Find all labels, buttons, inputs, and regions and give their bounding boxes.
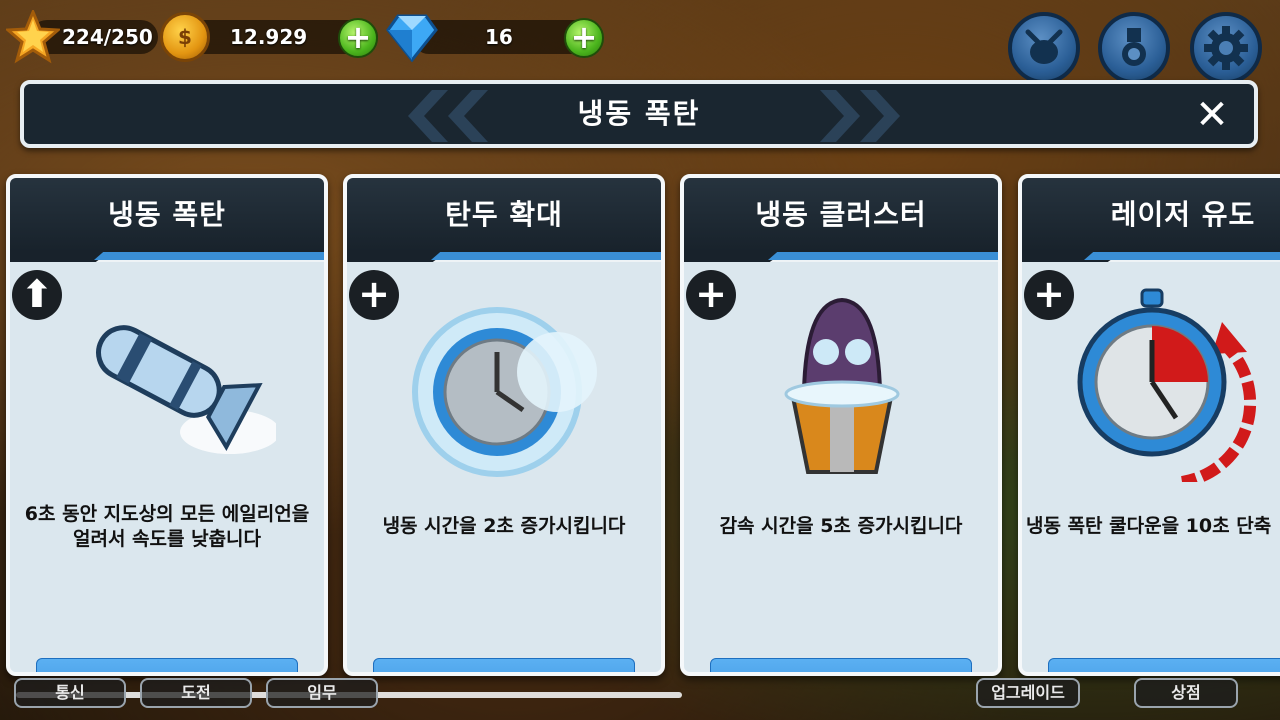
plus-icon[interactable]: +	[686, 270, 736, 320]
card-header: 냉동 폭탄	[10, 178, 324, 266]
upgrade-card: 냉동 폭탄 ⬆ 6초 동안 지도상의 모든 에일리언을 얼려서 속도를 낮춥니다…	[6, 174, 328, 676]
nav-missions[interactable]: 임무	[266, 678, 378, 708]
complete-button[interactable]: 완료	[373, 658, 635, 672]
plus-icon[interactable]: +	[349, 270, 399, 320]
gem-icon	[386, 14, 438, 62]
card-header: 탄두 확대	[347, 178, 661, 266]
coin-icon: $	[160, 12, 210, 62]
dialog-title: 냉동 폭탄	[577, 97, 701, 130]
upgrade-card: 레이저 유도 + 냉동 폭탄 쿨다운을 10초 단축 완료	[1018, 174, 1280, 676]
complete-button[interactable]: 완료	[710, 658, 972, 672]
frozen-clock-image	[412, 307, 597, 477]
nav-shop[interactable]: 상점	[1134, 678, 1238, 708]
card-title: 냉동 클러스터	[755, 198, 927, 231]
card-header: 레이저 유도	[1022, 178, 1280, 266]
card-description: 감속 시간을 5초 증가시킵니다	[719, 515, 963, 537]
card-description: 냉동 폭탄 쿨다운을 10초 단축	[1026, 515, 1272, 537]
stars-value: 224/250	[62, 25, 153, 49]
card-title: 탄두 확대	[445, 198, 563, 231]
stopwatch-image	[1077, 288, 1257, 482]
upgrade-arrow-icon[interactable]: ⬆	[12, 270, 62, 320]
card-body: + 냉동 시간을 2초 증가시킵니다 완료	[347, 262, 661, 672]
card-body: + 냉동 폭탄 쿨다운을 10초 단축 완료	[1022, 262, 1280, 672]
add-coins-button[interactable]: +	[338, 18, 378, 58]
coins-value: 12.929	[230, 25, 308, 49]
card-description: 냉동 시간을 2초 증가시킵니다	[382, 515, 626, 537]
card-title: 냉동 폭탄	[108, 198, 226, 231]
medal-button[interactable]	[1098, 12, 1170, 84]
gear-icon	[1204, 26, 1248, 70]
card-header: 냉동 클러스터	[684, 178, 998, 266]
star-icon	[6, 10, 60, 64]
alien-icon	[1025, 29, 1063, 64]
add-gems-button[interactable]: +	[564, 18, 604, 58]
settings-button[interactable]	[1190, 12, 1262, 84]
frozen-cluster-image	[784, 297, 900, 474]
medal-icon	[1122, 28, 1146, 66]
alien-button[interactable]	[1008, 12, 1080, 84]
nav-communication[interactable]: 통신	[14, 678, 126, 708]
dialog-title-bar: 냉동 폭탄 ✕	[20, 80, 1258, 148]
card-body: + 감속 시간을 5초 증가시킵니다 완료	[684, 262, 998, 672]
card-description: 6초 동안 지도상의 모든 에일리언을 얼려서 속도를 낮춥니다	[24, 503, 310, 550]
close-button[interactable]: ✕	[1192, 95, 1232, 136]
nav-challenge[interactable]: 도전	[140, 678, 252, 708]
gems-value: 16	[485, 25, 513, 49]
complete-button[interactable]: 완료	[1048, 658, 1280, 672]
card-body: ⬆ 6초 동안 지도상의 모든 에일리언을 얼려서 속도를 낮춥니다 완료	[10, 262, 324, 672]
plus-icon[interactable]: +	[1024, 270, 1074, 320]
upgrade-card: 탄두 확대 + 냉동 시간을 2초 증가시킵니다 완료	[343, 174, 665, 676]
nav-upgrade[interactable]: 업그레이드	[976, 678, 1080, 708]
upgrade-card: 냉동 클러스터 + 감속 시간을 5초 증가시킵니다 완료	[680, 174, 1002, 676]
top-hud: 224/250 $ 12.929 + 16 +	[0, 6, 1280, 84]
card-title: 레이저 유도	[1110, 198, 1256, 231]
freeze-rocket-image	[96, 325, 276, 454]
complete-button[interactable]: 완료	[36, 658, 298, 672]
